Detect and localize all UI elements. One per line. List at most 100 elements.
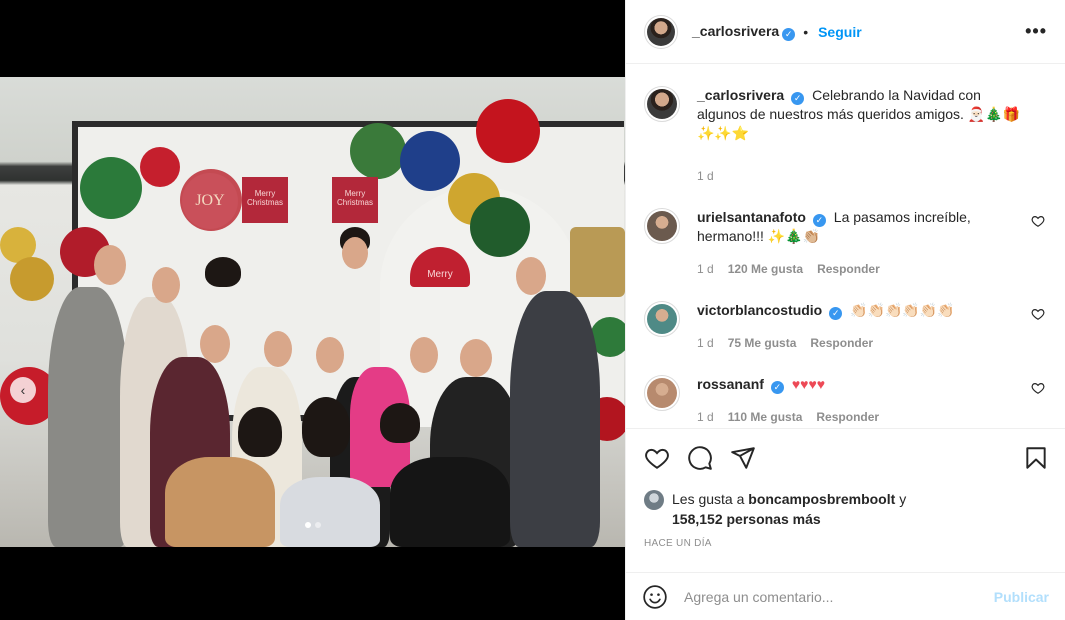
comment-meta: 1 d 75 Me gusta Responder — [697, 334, 1023, 353]
comment-meta: 1 d 110 Me gusta Responder — [697, 408, 1023, 427]
liker-username[interactable]: boncamposbremboolt — [748, 491, 895, 507]
likes-others-link[interactable]: 158,152 personas más — [672, 511, 821, 527]
verified-badge-icon: ✓ — [770, 381, 784, 394]
caption-author-avatar[interactable] — [644, 86, 680, 122]
person-face — [152, 267, 180, 303]
balloon — [140, 147, 180, 187]
person-face — [94, 245, 126, 285]
post-photo[interactable]: JOY Merry Christmas Merry Christmas Merr… — [0, 77, 625, 547]
comment-avatar-image — [647, 378, 677, 408]
person-hair — [205, 257, 241, 287]
person-face — [316, 337, 344, 373]
likes-connector: y — [899, 491, 907, 507]
carousel-dot — [314, 522, 321, 528]
caption-time[interactable]: 1 d — [697, 167, 714, 186]
post-actions: Les gusta a boncamposbremboolt y 158,152… — [626, 428, 1065, 588]
post-media-panel: JOY Merry Christmas Merry Christmas Merr… — [0, 0, 625, 620]
person — [48, 287, 128, 547]
comment-likes[interactable]: 120 Me gusta — [728, 260, 803, 279]
comment-time[interactable]: 1 d — [697, 408, 714, 427]
carousel-prev-button[interactable]: ‹ — [10, 377, 36, 403]
merry-christmas-sign-right: Merry Christmas — [332, 177, 378, 223]
balloon — [476, 99, 540, 163]
joy-ornament: JOY — [182, 173, 238, 229]
balloon — [80, 157, 142, 219]
balloon — [470, 197, 530, 257]
comment-avatar[interactable] — [644, 301, 680, 337]
carousel-dots — [0, 522, 625, 528]
heart-icon[interactable] — [644, 445, 670, 471]
emoji-icon[interactable] — [642, 584, 668, 610]
comment-avatar-image — [647, 304, 677, 334]
comment-likes[interactable]: 110 Me gusta — [728, 408, 803, 427]
instagram-post-view: JOY Merry Christmas Merry Christmas Merr… — [0, 0, 1065, 620]
person — [390, 457, 510, 547]
caption-body: _carlosrivera ✓ Celebrando la Navidad con… — [697, 86, 1047, 186]
follow-button[interactable]: Seguir — [818, 24, 862, 40]
add-comment-bar: Publicar — [626, 572, 1065, 620]
post-side-panel: _carlosrivera ✓ • Seguir ••• _carlosriver… — [625, 0, 1065, 620]
comment-like-heart-icon[interactable] — [1031, 307, 1045, 321]
comment-input[interactable] — [684, 588, 994, 605]
likes-prefix: Les gusta a — [672, 491, 745, 507]
comment-meta: 1 d 120 Me gusta Responder — [697, 260, 1023, 279]
comment-body: urielsantanafoto ✓ La pasamos increíble, … — [697, 208, 1047, 279]
person-face — [200, 325, 230, 363]
action-icon-row — [644, 443, 1047, 473]
comment-like-heart-icon[interactable] — [1031, 381, 1045, 395]
comment-username[interactable]: rossananf — [697, 376, 764, 392]
person-hair — [380, 403, 420, 443]
comment-icon[interactable] — [687, 445, 713, 471]
comment-likes[interactable]: 75 Me gusta — [728, 334, 797, 353]
comment-avatar[interactable] — [644, 375, 680, 411]
more-options-icon[interactable]: ••• — [1025, 21, 1047, 42]
comment-item: victorblancostudio ✓ 👏🏻👏🏻👏🏻👏🏻👏🏻👏🏻 1 d 75 … — [644, 301, 1047, 353]
person — [165, 457, 275, 547]
likes-text: Les gusta a boncamposbremboolt y 158,152… — [672, 489, 906, 529]
post-timestamp[interactable]: HACE UN DÍA — [644, 538, 1047, 549]
comment-item: rossananf ✓ ♥♥♥♥ 1 d 110 Me gusta Respond… — [644, 375, 1047, 427]
comment-time[interactable]: 1 d — [697, 334, 714, 353]
comment-text: ♥♥♥♥ — [791, 376, 826, 392]
person — [280, 477, 380, 547]
comment-reply-button[interactable]: Responder — [817, 260, 880, 279]
comment-body: rossananf ✓ ♥♥♥♥ 1 d 110 Me gusta Respond… — [697, 375, 1047, 427]
comment-username[interactable]: urielsantanafoto — [697, 209, 806, 225]
verified-badge-icon: ✓ — [812, 214, 826, 227]
comment-time[interactable]: 1 d — [697, 260, 714, 279]
person-hair — [238, 407, 282, 457]
comment-username[interactable]: victorblancostudio — [697, 302, 822, 318]
comment-avatar-image — [647, 211, 677, 241]
balloon — [10, 257, 54, 301]
person-face — [516, 257, 546, 295]
caption-username[interactable]: _carlosrivera — [697, 87, 784, 103]
person-face — [460, 339, 492, 377]
comment-text: 👏🏻👏🏻👏🏻👏🏻👏🏻👏🏻 — [850, 302, 955, 318]
comment-item: urielsantanafoto ✓ La pasamos increíble, … — [644, 208, 1047, 279]
balloon — [350, 123, 406, 179]
person-face — [410, 337, 438, 373]
person-face — [264, 331, 292, 367]
save-icon[interactable] — [1023, 445, 1049, 471]
post-header: _carlosrivera ✓ • Seguir ••• — [626, 0, 1065, 64]
verified-badge-icon: ✓ — [829, 307, 843, 320]
comment-like-heart-icon[interactable] — [1031, 214, 1045, 228]
likes-summary: Les gusta a boncamposbremboolt y 158,152… — [644, 489, 1047, 529]
comment-avatar[interactable] — [644, 208, 680, 244]
merry-christmas-sign-left: Merry Christmas — [242, 177, 288, 223]
person-face — [342, 237, 368, 269]
caption-author-avatar-image — [647, 89, 677, 119]
author-avatar-image — [647, 17, 675, 46]
share-icon[interactable] — [730, 445, 756, 471]
verified-badge-icon: ✓ — [791, 92, 805, 105]
author-avatar[interactable] — [644, 14, 678, 49]
caption-meta: 1 d — [697, 167, 1023, 186]
liker-avatar[interactable] — [644, 490, 664, 510]
comment-reply-button[interactable]: Responder — [810, 334, 873, 353]
balloon — [400, 131, 460, 191]
comment-reply-button[interactable]: Responder — [816, 408, 879, 427]
header-separator: • — [803, 23, 809, 40]
publish-button[interactable]: Publicar — [994, 589, 1049, 605]
author-username[interactable]: _carlosrivera — [692, 23, 779, 39]
person-hair — [302, 397, 350, 457]
